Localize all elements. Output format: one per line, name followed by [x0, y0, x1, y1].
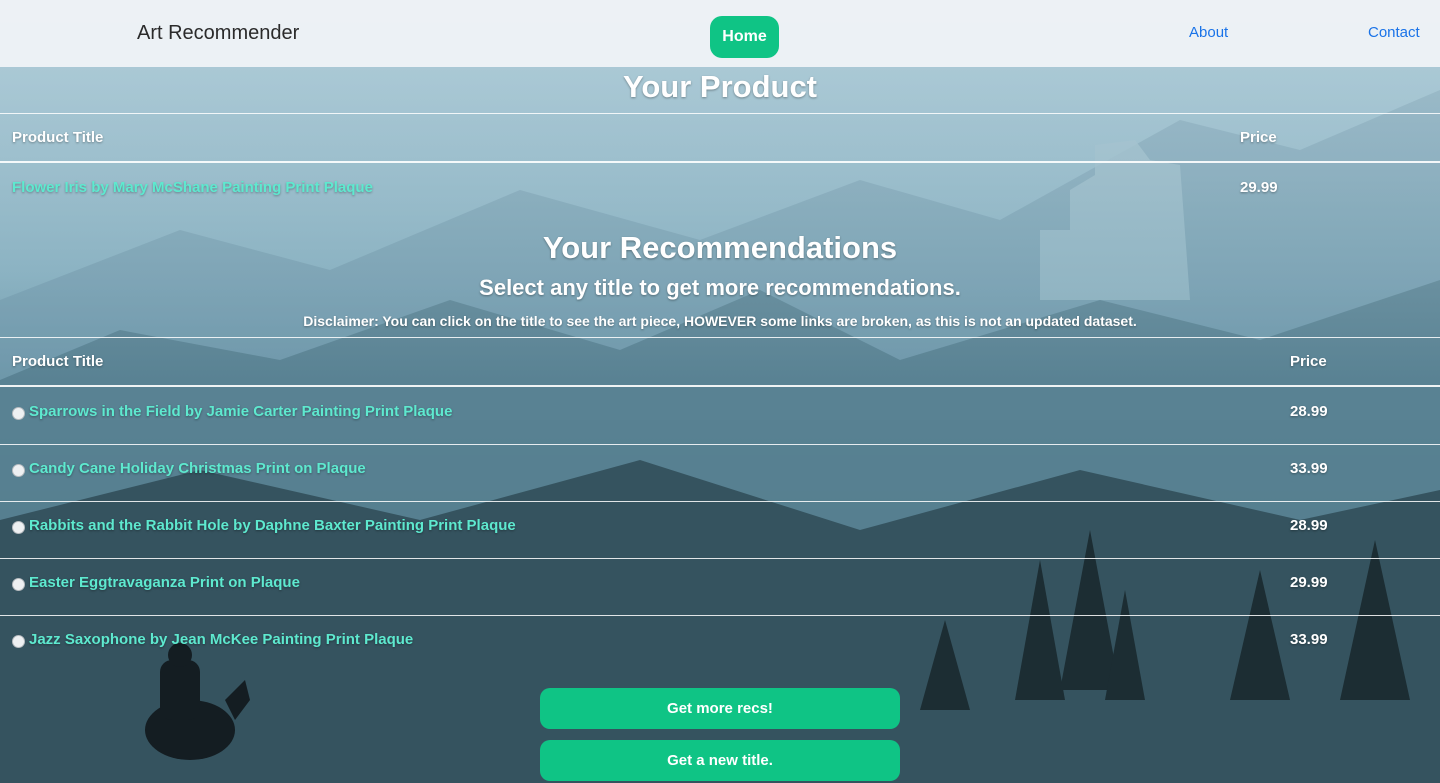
rec-price-5: 33.99: [1290, 631, 1328, 648]
product-table-header-divider: [0, 161, 1440, 163]
recommendations-subheading: Select any title to get more recommendat…: [479, 275, 961, 300]
product-price: 29.99: [1240, 179, 1278, 196]
get-new-title-button[interactable]: Get a new title.: [540, 740, 900, 781]
rec-price-4: 29.99: [1290, 574, 1328, 591]
product-heading: Your Product: [622, 69, 818, 104]
home-button[interactable]: Home: [710, 16, 779, 58]
about-link[interactable]: About: [1189, 23, 1228, 43]
rec-price-1: 28.99: [1290, 403, 1328, 420]
rec-price-2: 33.99: [1290, 460, 1328, 477]
row-divider: [0, 558, 1440, 559]
row-divider: [0, 501, 1440, 502]
rec-radio-3[interactable]: [12, 521, 25, 534]
rec-title-link-3[interactable]: Rabbits and the Rabbit Hole by Daphne Ba…: [29, 516, 516, 536]
product-col-price-header: Price: [1240, 129, 1277, 146]
product-table-top-divider: [0, 113, 1440, 114]
rec-title-link-4[interactable]: Easter Eggtravaganza Print on Plaque: [29, 573, 300, 593]
disclaimer-text: Disclaimer: You can click on the title t…: [303, 313, 1137, 329]
rec-title-link-1[interactable]: Sparrows in the Field by Jamie Carter Pa…: [29, 402, 452, 422]
rec-title-link-5[interactable]: Jazz Saxophone by Jean McKee Painting Pr…: [29, 630, 413, 650]
product-col-title-header: Product Title: [12, 129, 104, 146]
brand-name[interactable]: Art Recommender: [137, 21, 299, 45]
recs-col-title-header: Product Title: [12, 353, 104, 370]
row-divider: [0, 615, 1440, 616]
rec-title-link-2[interactable]: Candy Cane Holiday Christmas Print on Pl…: [29, 459, 366, 479]
product-title-link[interactable]: Flower Iris by Mary McShane Painting Pri…: [12, 178, 373, 198]
rec-radio-1[interactable]: [12, 407, 25, 420]
navbar: Art Recommender Home About Contact: [0, 0, 1440, 67]
recs-col-price-header: Price: [1290, 353, 1327, 370]
get-more-recs-button[interactable]: Get more recs!: [540, 688, 900, 729]
rec-radio-2[interactable]: [12, 464, 25, 477]
rec-price-3: 28.99: [1290, 517, 1328, 534]
row-divider: [0, 444, 1440, 445]
recommendations-heading: Your Recommendations: [542, 230, 898, 265]
recs-table-top-divider: [0, 337, 1440, 338]
rec-radio-4[interactable]: [12, 578, 25, 591]
recs-table-header-divider: [0, 385, 1440, 387]
main-content: Your Product Product Title Price Flower …: [0, 0, 1440, 783]
rec-radio-5[interactable]: [12, 635, 25, 648]
contact-link[interactable]: Contact: [1368, 23, 1420, 43]
